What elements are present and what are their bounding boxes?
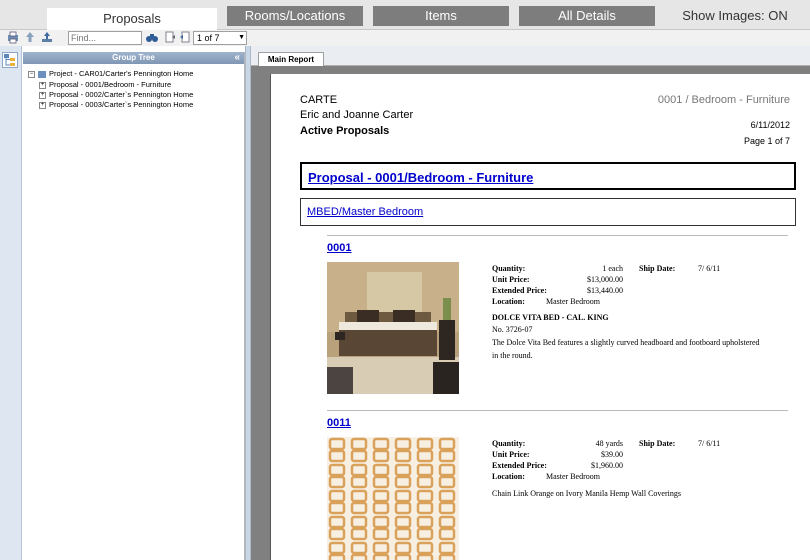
tree-toggle-icon[interactable]: − [28,70,35,78]
client-name: Eric and Joanne Carter [300,109,414,121]
ship-date-value: 7/ 6/11 [698,264,721,273]
show-images-toggle[interactable]: Show Images: ON [660,6,810,26]
proposal-link[interactable]: Proposal - 0001/Bedroom - Furniture [308,170,533,185]
tab-all-details[interactable]: All Details [519,6,655,26]
unit-price-label: Unit Price: [492,450,530,459]
report-toolbar: 1 of 7 ▼ [0,30,810,46]
room-heading-box: MBED/Master Bedroom [300,198,796,226]
extended-price-label: Extended Price: [492,286,547,295]
print-icon[interactable] [6,30,20,44]
report-tab-strip: Main Report [251,46,810,67]
item-divider [327,410,788,411]
page-selector-value: 1 of 7 [197,33,220,43]
location-value: Master Bedroom [546,472,600,481]
group-tree-toggle-icon[interactable] [2,52,18,68]
tab-main-report[interactable]: Main Report [258,52,324,67]
unit-price-value: $39.00 [601,450,623,459]
item-number-link[interactable]: 0001 [327,242,351,254]
ship-date-label: Ship Date: [639,439,676,448]
folder-icon [38,70,46,78]
first-page-icon[interactable] [163,30,177,44]
tab-proposals[interactable]: Proposals [47,8,217,30]
location-value: Master Bedroom [546,297,600,306]
tab-rooms-locations[interactable]: Rooms/Locations [227,6,363,26]
group-tree-header: Group Tree « [23,52,244,64]
item-description: Chain Link Orange on Ivory Manila Hemp W… [492,489,681,498]
location-label: Location: [492,472,525,481]
location-label: Location: [492,297,525,306]
tree-item-label: Proposal - 0001/Bedroom - Furniture [49,80,172,89]
tree-item-project[interactable]: − Project - CAR01/Carter's Pennington Hom… [28,68,193,79]
quantity-label: Quantity: [492,264,526,273]
quantity-label: Quantity: [492,439,526,448]
export-icon[interactable] [23,30,37,44]
page-selector[interactable]: 1 of 7 ▼ [193,31,247,45]
item-number-link[interactable]: 0011 [327,417,351,429]
room-link[interactable]: MBED/Master Bedroom [307,206,423,218]
quantity-value: 1 each [602,264,623,273]
item-image-wallcovering [327,437,459,560]
tree-item-label: Project - CAR01/Carter's Pennington Home [49,69,194,78]
company-name: CARTE [300,94,338,106]
extended-price-value: $13,440.00 [587,286,623,295]
refresh-icon[interactable] [40,30,54,44]
binoculars-icon[interactable] [145,30,159,44]
quantity-value: 48 yards [595,439,623,448]
group-tree-panel: Group Tree « − Project - CAR01/Carter's P… [23,52,245,560]
tree-item-label: Proposal - 0003/Carter`s Pennington Home [49,100,194,109]
unit-price-value: $13,000.00 [587,275,623,284]
ship-date-label: Ship Date: [639,264,676,273]
report-page: CARTE Eric and Joanne Carter Active Prop… [270,74,810,560]
left-rail [0,46,22,560]
item-model-number: No. 3726-07 [492,325,533,334]
item-description: The Dolce Vita Bed features a slightly c… [492,338,760,360]
group-tree-title: Group Tree [112,53,155,62]
item-image-bed [327,262,459,394]
item-divider [327,235,788,236]
tree-toggle-icon[interactable]: + [39,91,46,99]
tab-bar: Proposals Rooms/Locations Items All Deta… [0,0,810,30]
tree-item-proposal-0003[interactable]: + Proposal - 0003/Carter`s Pennington Hom… [39,99,193,110]
proposal-heading-box: Proposal - 0001/Bedroom - Furniture [300,162,796,190]
tree-toggle-icon[interactable]: + [39,81,46,89]
find-input[interactable] [68,31,142,45]
unit-price-label: Unit Price: [492,275,530,284]
tree-item-label: Proposal - 0002/Carter`s Pennington Home [49,90,194,99]
prev-page-icon[interactable] [178,30,192,44]
ship-date-value: 7/ 6/11 [698,439,721,448]
report-title: Active Proposals [300,125,390,137]
collapse-panel-icon[interactable]: « [234,52,240,63]
report-date: 6/11/2012 [750,120,790,130]
tree-toggle-icon[interactable]: + [39,101,46,109]
page-number: Page 1 of 7 [743,136,790,146]
chevron-down-icon: ▼ [238,34,245,41]
tab-items[interactable]: Items [373,6,509,26]
item-name: DOLCE VITA BED - CAL. KING [492,313,609,322]
extended-price-label: Extended Price: [492,461,547,470]
report-header-proposal: 0001 / Bedroom - Furniture [657,94,790,106]
extended-price-value: $1,960.00 [591,461,623,470]
